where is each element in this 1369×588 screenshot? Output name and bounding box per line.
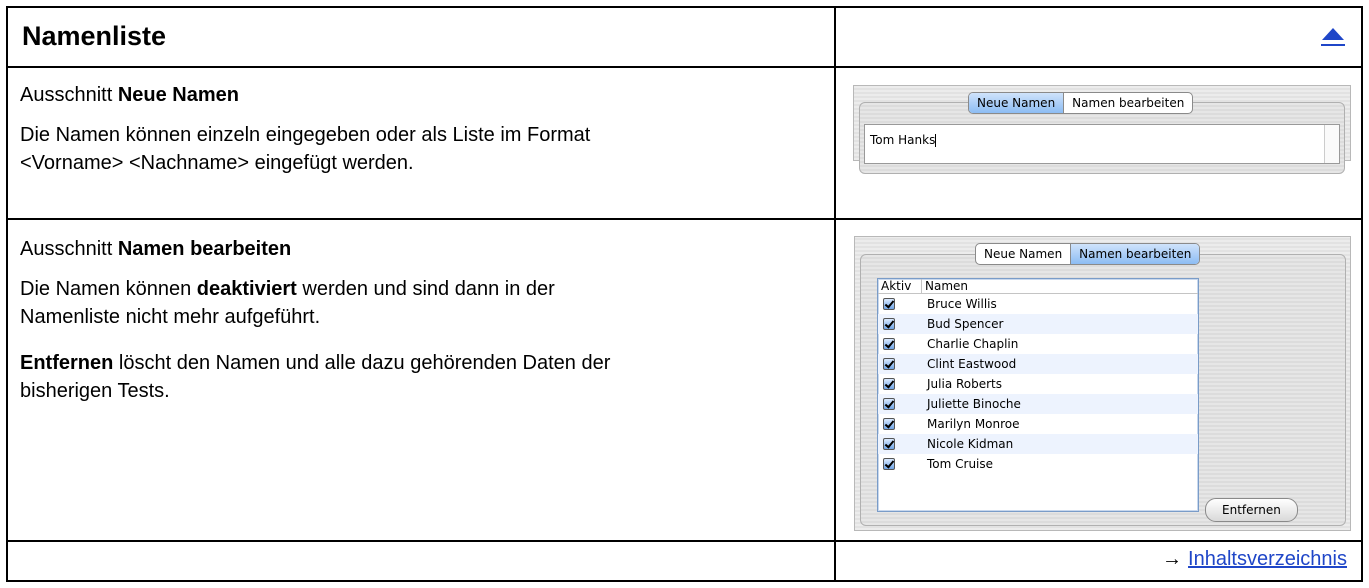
table-row[interactable]: Charlie Chaplin bbox=[878, 334, 1198, 354]
toc-link[interactable]: Inhaltsverzeichnis bbox=[1188, 548, 1347, 570]
aktiv-checkbox[interactable] bbox=[883, 458, 895, 470]
column-aktiv[interactable]: Aktiv bbox=[878, 279, 922, 293]
column-namen[interactable]: Namen bbox=[922, 279, 968, 293]
table-row[interactable]: Tom Cruise bbox=[878, 454, 1198, 474]
section-description: Die Namen können einzeln eingegeben oder… bbox=[20, 124, 591, 174]
neue-namen-screenshot: Neue Namen Namen bearbeiten Tom Hanks bbox=[853, 85, 1351, 174]
tab-namen-bearbeiten[interactable]: Namen bearbeiten bbox=[1071, 244, 1200, 264]
aktiv-checkbox[interactable] bbox=[883, 358, 895, 370]
toc-link-container: → Inhaltsverzeichnis bbox=[1162, 548, 1347, 571]
table-row[interactable]: Bruce Willis bbox=[878, 294, 1198, 314]
table-row[interactable]: Bud Spencer bbox=[878, 314, 1198, 334]
namen-bearbeiten-screenshot: Neue Namen Namen bearbeiten Aktiv Namen … bbox=[854, 236, 1351, 531]
names-table[interactable]: Aktiv Namen Bruce Willis Bud Spencer Cha… bbox=[877, 278, 1199, 512]
table-row[interactable]: Julia Roberts bbox=[878, 374, 1198, 394]
section-neue-namen: Ausschnitt Neue Namen Die Namen können e… bbox=[8, 68, 1361, 220]
section-heading: Ausschnitt Namen bearbeiten bbox=[20, 238, 292, 260]
tab-neue-namen[interactable]: Neue Namen bbox=[969, 93, 1064, 113]
scrollbar[interactable] bbox=[1324, 125, 1339, 163]
aktiv-checkbox[interactable] bbox=[883, 318, 895, 330]
section-namen-bearbeiten: Ausschnitt Namen bearbeiten Die Namen kö… bbox=[8, 220, 1361, 542]
table-row[interactable]: Marilyn Monroe bbox=[878, 414, 1198, 434]
table-header: Aktiv Namen bbox=[878, 279, 1198, 294]
page-title: Namenliste bbox=[22, 21, 167, 51]
title-row: Namenliste bbox=[8, 8, 1361, 68]
tab-control: Neue Namen Namen bearbeiten bbox=[975, 243, 1201, 265]
tab-neue-namen[interactable]: Neue Namen bbox=[976, 244, 1070, 264]
aktiv-checkbox[interactable] bbox=[883, 418, 895, 430]
section-heading: Ausschnitt Neue Namen bbox=[20, 84, 239, 106]
tab-namen-bearbeiten[interactable]: Namen bearbeiten bbox=[1064, 93, 1192, 113]
remove-description: Entfernen löscht den Namen und alle dazu… bbox=[20, 352, 611, 402]
names-textarea[interactable]: Tom Hanks bbox=[864, 124, 1340, 164]
section-description: Die Namen können deaktiviert werden und … bbox=[20, 278, 555, 328]
footer-row: → Inhaltsverzeichnis bbox=[8, 542, 1361, 580]
arrow-right-icon: → bbox=[1162, 548, 1183, 570]
aktiv-checkbox[interactable] bbox=[883, 438, 895, 450]
tab-control: Neue Namen Namen bearbeiten bbox=[968, 92, 1194, 114]
content-table: Namenliste Ausschnitt Neue Namen Die Nam… bbox=[6, 6, 1363, 582]
triangle-up-icon bbox=[1322, 28, 1344, 40]
aktiv-checkbox[interactable] bbox=[883, 338, 895, 350]
entfernen-button[interactable]: Entfernen bbox=[1205, 498, 1298, 522]
aktiv-checkbox[interactable] bbox=[883, 298, 895, 310]
table-row[interactable]: Clint Eastwood bbox=[878, 354, 1198, 374]
back-to-top-link[interactable] bbox=[1319, 24, 1347, 50]
table-row[interactable]: Nicole Kidman bbox=[878, 434, 1198, 454]
table-row[interactable]: Juliette Binoche bbox=[878, 394, 1198, 414]
aktiv-checkbox[interactable] bbox=[883, 398, 895, 410]
aktiv-checkbox[interactable] bbox=[883, 378, 895, 390]
